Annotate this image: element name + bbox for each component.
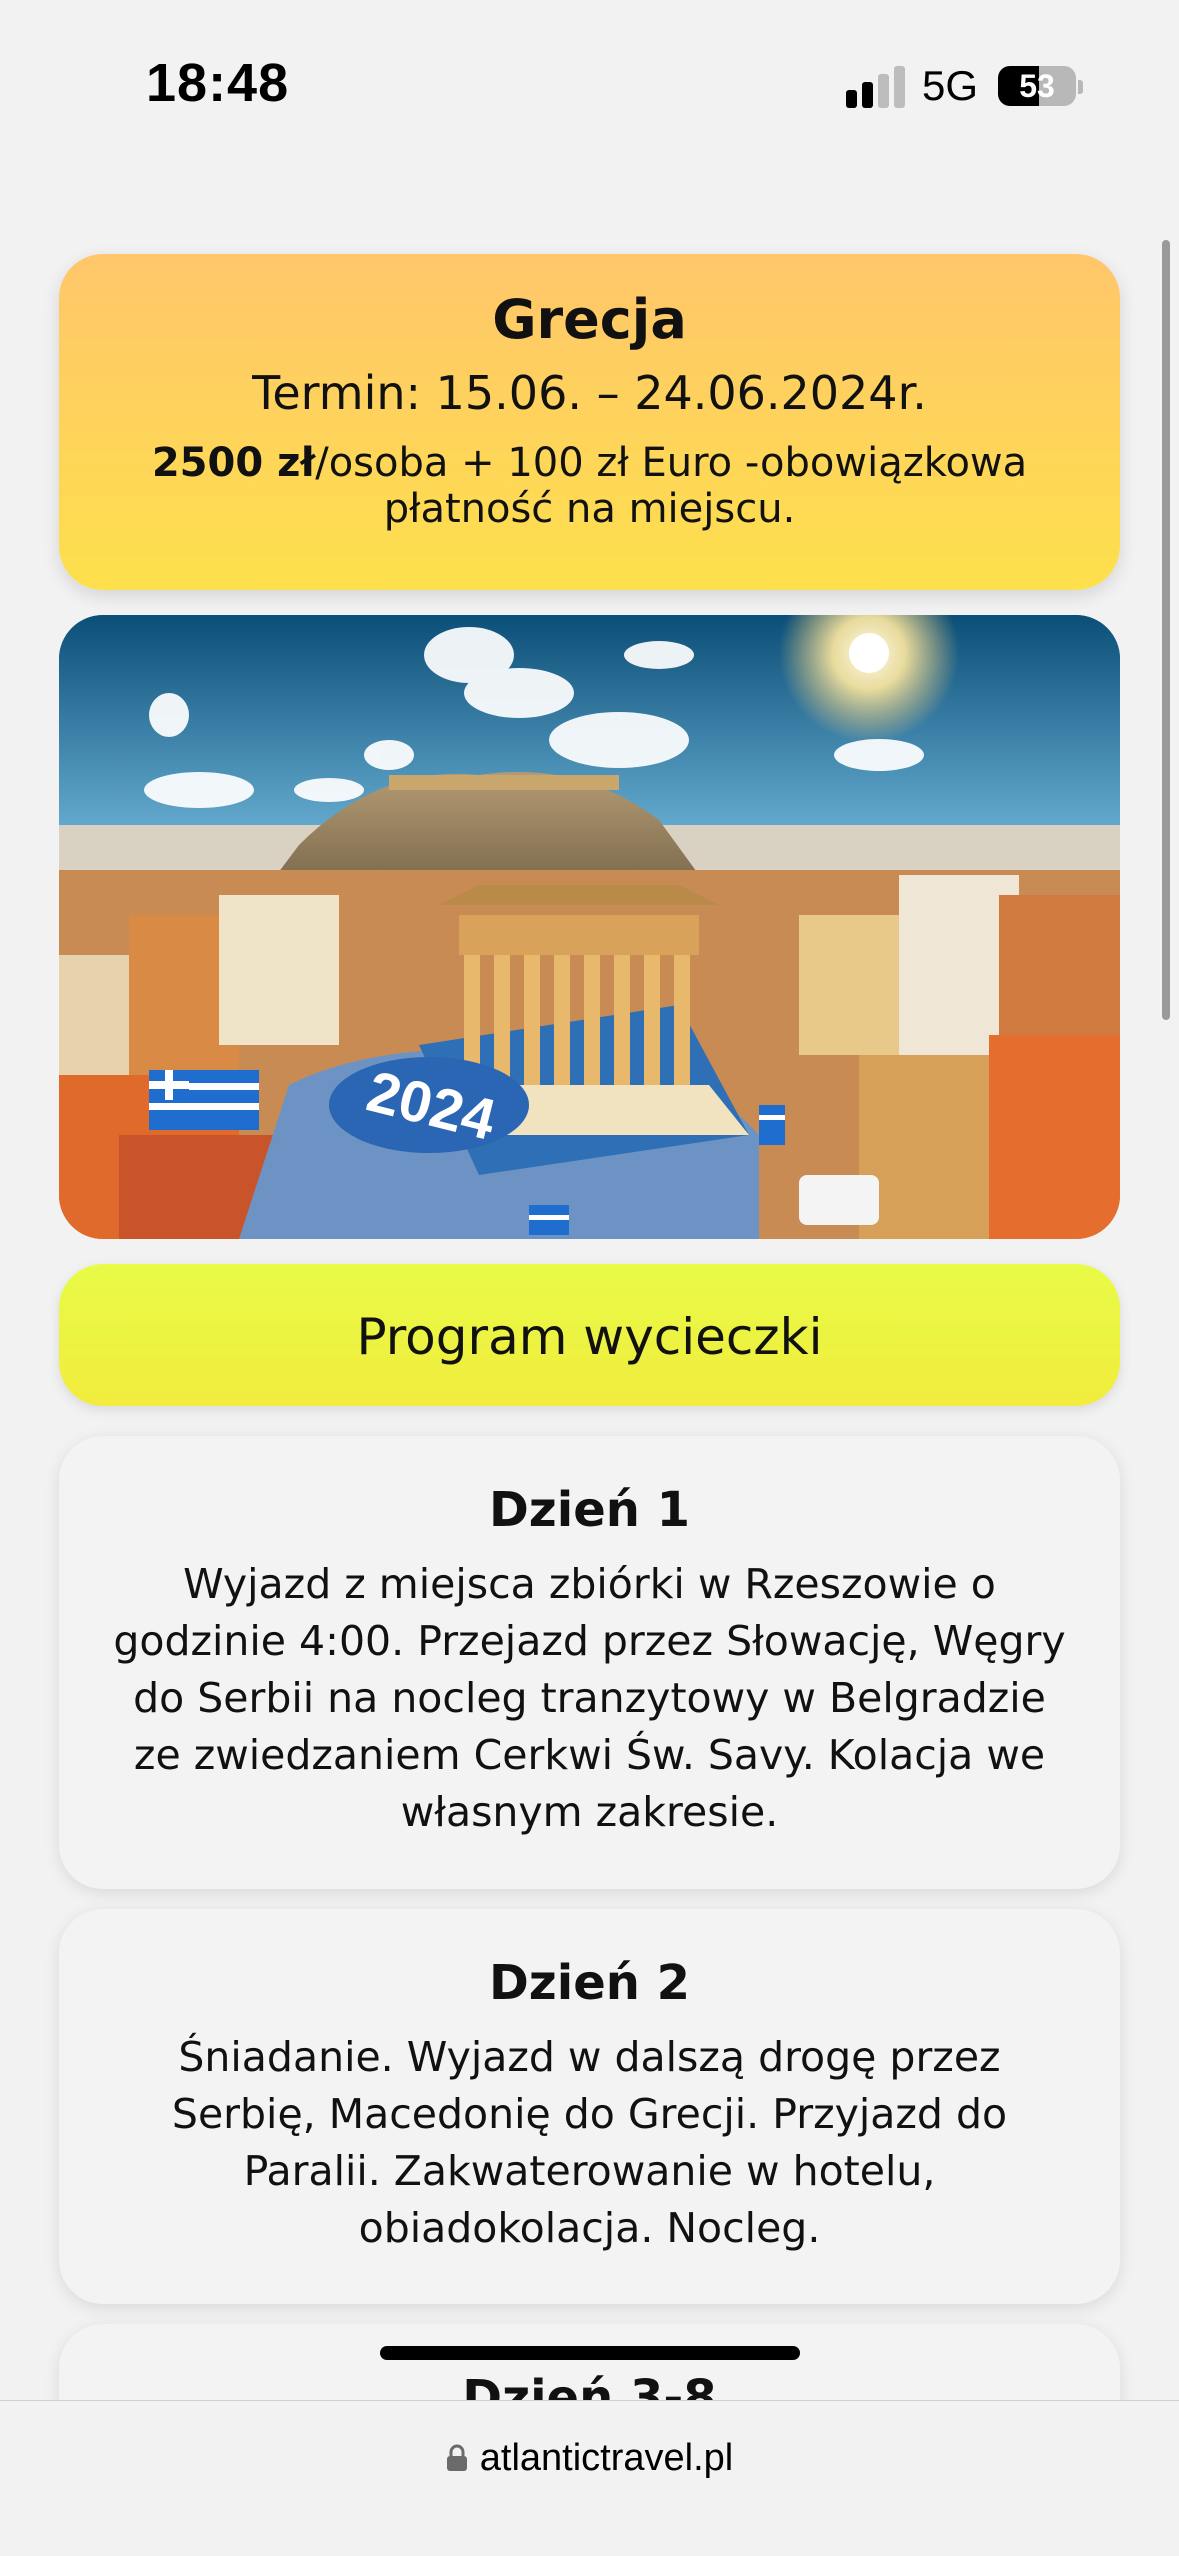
battery-level: 53 bbox=[1019, 68, 1055, 104]
trip-price: 2500 zł/osoba + 100 zł Euro -obowiązkowa… bbox=[119, 440, 1060, 532]
url-text: atlantictravel.pl bbox=[479, 2437, 734, 2479]
battery-icon: 53 bbox=[998, 66, 1076, 106]
day-description: Śniadanie. Wyjazd w dalszą drogę przez S… bbox=[171, 2033, 1008, 2252]
hero-illustration: 2024 bbox=[59, 615, 1120, 1239]
browser-url-bar[interactable]: atlantictravel.pl bbox=[0, 2400, 1179, 2556]
day-title: Dzień 1 bbox=[488, 1482, 691, 1538]
home-indicator[interactable] bbox=[380, 2346, 800, 2360]
trip-title: Grecja bbox=[492, 288, 687, 351]
day-title: Dzień 2 bbox=[488, 1955, 691, 2011]
price-amount: 2500 zł bbox=[151, 440, 316, 486]
lock-icon bbox=[446, 2444, 467, 2471]
status-time: 18:48 bbox=[146, 53, 290, 113]
day-card: Dzień 1 Wyjazd z miejsca zbiórki w Rzesz… bbox=[59, 1436, 1120, 1889]
trip-header-card: Grecja Termin: 15.06. – 24.06.2024r. 250… bbox=[59, 254, 1120, 590]
program-title: Program wycieczki bbox=[356, 1308, 823, 1366]
cellular-signal-icon bbox=[846, 66, 906, 108]
status-bar: 18:48 5G 53 bbox=[0, 0, 1179, 150]
scroll-indicator[interactable] bbox=[1162, 240, 1170, 1020]
battery-cap bbox=[1078, 80, 1083, 94]
trip-term: Termin: 15.06. – 24.06.2024r. bbox=[252, 366, 927, 420]
price-details: /osoba + 100 zł Euro -obowiązkowa płatno… bbox=[315, 440, 1028, 532]
network-type: 5G bbox=[922, 62, 979, 109]
url-address[interactable]: atlantictravel.pl bbox=[0, 2437, 1179, 2480]
day-card: Dzień 2 Śniadanie. Wyjazd w dalszą drogę… bbox=[59, 1909, 1120, 2304]
day-description: Wyjazd z miejsca zbiórki w Rzeszowie o g… bbox=[113, 1560, 1066, 1836]
acropolis-hero-image: 2024 bbox=[59, 615, 1120, 1239]
program-banner: Program wycieczki bbox=[59, 1264, 1120, 1406]
